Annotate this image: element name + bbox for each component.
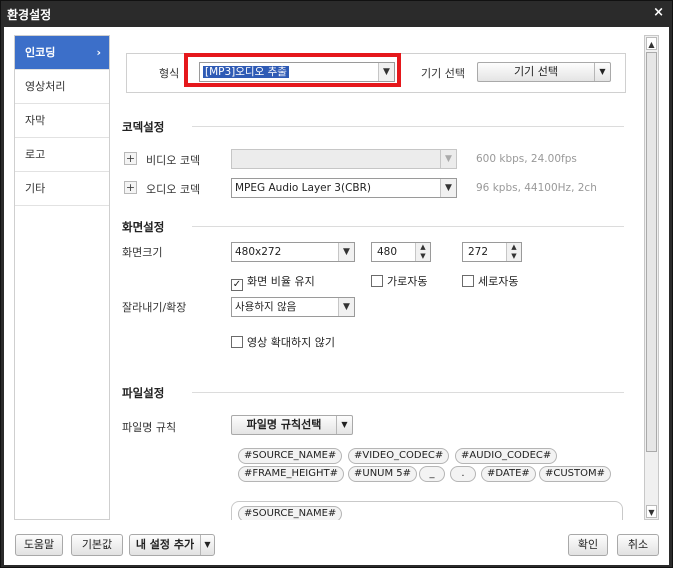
divider [192, 226, 624, 227]
screen-size-value: 480x272 [235, 246, 282, 258]
chevron-down-icon: ▼ [338, 243, 354, 261]
sidebar-item-label: 인코딩 [25, 46, 56, 59]
settings-window: 환경설정 × 인코딩 › 영상처리 자막 로고 기타 형식 [MP3]오디오 추… [0, 0, 673, 568]
divider [192, 126, 624, 127]
scroll-down-icon[interactable]: ▼ [646, 505, 657, 518]
file-section-title: 파일설정 [122, 386, 165, 400]
scroll-up-icon[interactable]: ▲ [646, 37, 657, 50]
no-upscale-label: 영상 확대하지 않기 [247, 336, 335, 349]
format-label: 형식 [159, 67, 180, 80]
spinner-arrows-icon[interactable]: ▲ ▼ [506, 243, 521, 261]
filename-rule-button[interactable]: 파일명 규칙선택 ▼ [231, 415, 353, 435]
checkbox-empty-icon [462, 275, 474, 287]
sidebar-item-encoding[interactable]: 인코딩 › [15, 36, 109, 70]
add-my-settings-label: 내 설정 추가 [135, 538, 195, 551]
width-spinner[interactable]: 480 ▲ ▼ [371, 242, 431, 262]
checkbox-empty-icon [231, 336, 243, 348]
tag-video-codec[interactable]: #VIDEO_CODEC# [348, 448, 450, 464]
chevron-down-icon: ▼ [440, 150, 456, 168]
chevron-right-icon: › [96, 46, 101, 59]
auto-height-checkbox[interactable]: 세로자동 [462, 273, 518, 289]
close-icon[interactable]: × [653, 5, 664, 20]
settings-content: 형식 [MP3]오디오 추출 ▼ 기기 선택 기기 선택 ▼ 코덱설정 + 비디… [108, 35, 640, 520]
tag-underscore[interactable]: _ [419, 466, 445, 482]
window-title: 환경설정 [7, 8, 52, 22]
chevron-down-icon: ▼ [440, 179, 456, 197]
ok-button[interactable]: 확인 [568, 534, 608, 556]
checkbox-empty-icon [371, 275, 383, 287]
sidebar: 인코딩 › 영상처리 자막 로고 기타 [14, 35, 110, 520]
screen-size-select[interactable]: 480x272 ▼ [231, 242, 355, 262]
sidebar-item-label: 영상처리 [25, 80, 66, 93]
keep-ratio-label: 화면 비율 유지 [247, 275, 315, 288]
filename-pattern-field[interactable]: #SOURCE_NAME# [231, 501, 623, 520]
sidebar-item-label: 자막 [25, 114, 46, 127]
crop-select[interactable]: 사용하지 않음 ▼ [231, 297, 355, 317]
sidebar-item-logo[interactable]: 로고 [15, 138, 109, 172]
auto-width-checkbox[interactable]: 가로자동 [371, 273, 427, 289]
tag-current-source-name[interactable]: #SOURCE_NAME# [238, 506, 343, 520]
format-highlight-frame [184, 53, 401, 87]
vertical-scrollbar[interactable]: ▲ ▼ [644, 35, 659, 520]
auto-width-label: 가로자동 [387, 275, 428, 288]
keep-ratio-checkbox[interactable]: ✓ 화면 비율 유지 [231, 273, 315, 291]
audio-codec-label: 오디오 코덱 [146, 183, 201, 196]
chevron-down-icon: ▼ [338, 298, 354, 316]
video-codec-hint: 600 kbps, 24.00fps [476, 153, 577, 165]
help-button[interactable]: 도움말 [15, 534, 63, 556]
divider [192, 392, 624, 393]
video-codec-select[interactable]: ▼ [231, 149, 457, 169]
plus-icon[interactable]: + [124, 181, 137, 194]
codec-section-title: 코덱설정 [122, 120, 165, 134]
tag-date[interactable]: #DATE# [481, 466, 536, 482]
spinner-arrows-icon[interactable]: ▲ ▼ [415, 243, 430, 261]
add-my-settings-button[interactable]: 내 설정 추가 ▼ [129, 534, 215, 556]
height-value: 272 [468, 246, 489, 258]
crop-value: 사용하지 않음 [235, 301, 297, 313]
scroll-thumb[interactable] [646, 52, 657, 452]
tag-dot[interactable]: . [450, 466, 476, 482]
device-label: 기기 선택 [421, 67, 465, 80]
tag-unum[interactable]: #UNUM 5# [348, 466, 418, 482]
chevron-down-icon: ▼ [594, 63, 610, 81]
sidebar-item-etc[interactable]: 기타 [15, 172, 109, 206]
cancel-button[interactable]: 취소 [617, 534, 659, 556]
tag-source-name[interactable]: #SOURCE_NAME# [238, 448, 343, 464]
tag-audio-codec[interactable]: #AUDIO_CODEC# [455, 448, 558, 464]
chevron-down-icon: ▼ [336, 416, 352, 434]
height-spinner[interactable]: 272 ▲ ▼ [462, 242, 522, 262]
checkmark-icon: ✓ [231, 279, 243, 291]
screen-size-label: 화면크기 [122, 246, 163, 259]
title-bar: 환경설정 × [1, 1, 672, 25]
crop-label: 잘라내기/확장 [122, 301, 187, 314]
dialog-body: 인코딩 › 영상처리 자막 로고 기타 형식 [MP3]오디오 추출 ▼ 기기 … [4, 27, 669, 565]
tag-frame-height[interactable]: #FRAME_HEIGHT# [238, 466, 345, 482]
audio-codec-select[interactable]: MPEG Audio Layer 3(CBR) ▼ [231, 178, 457, 198]
screen-section-title: 화면설정 [122, 220, 165, 234]
filename-rule-label: 파일명 규칙 [122, 421, 177, 434]
default-button[interactable]: 기본값 [71, 534, 123, 556]
no-upscale-checkbox[interactable]: 영상 확대하지 않기 [231, 334, 335, 350]
sidebar-item-subtitle[interactable]: 자막 [15, 104, 109, 138]
width-value: 480 [377, 246, 398, 258]
device-button-label: 기기 선택 [514, 65, 558, 78]
plus-icon[interactable]: + [124, 152, 137, 165]
chevron-down-icon: ▼ [200, 535, 214, 555]
video-codec-label: 비디오 코덱 [146, 154, 201, 167]
sidebar-item-label: 로고 [25, 148, 46, 161]
audio-codec-value: MPEG Audio Layer 3(CBR) [235, 182, 371, 194]
auto-height-label: 세로자동 [478, 275, 519, 288]
device-select-button[interactable]: 기기 선택 ▼ [477, 62, 611, 82]
sidebar-item-video-processing[interactable]: 영상처리 [15, 70, 109, 104]
sidebar-item-label: 기타 [25, 182, 46, 195]
audio-codec-hint: 96 kpbs, 44100Hz, 2ch [476, 182, 597, 194]
filename-rule-button-label: 파일명 규칙선택 [246, 418, 322, 431]
tag-custom[interactable]: #CUSTOM# [539, 466, 612, 482]
